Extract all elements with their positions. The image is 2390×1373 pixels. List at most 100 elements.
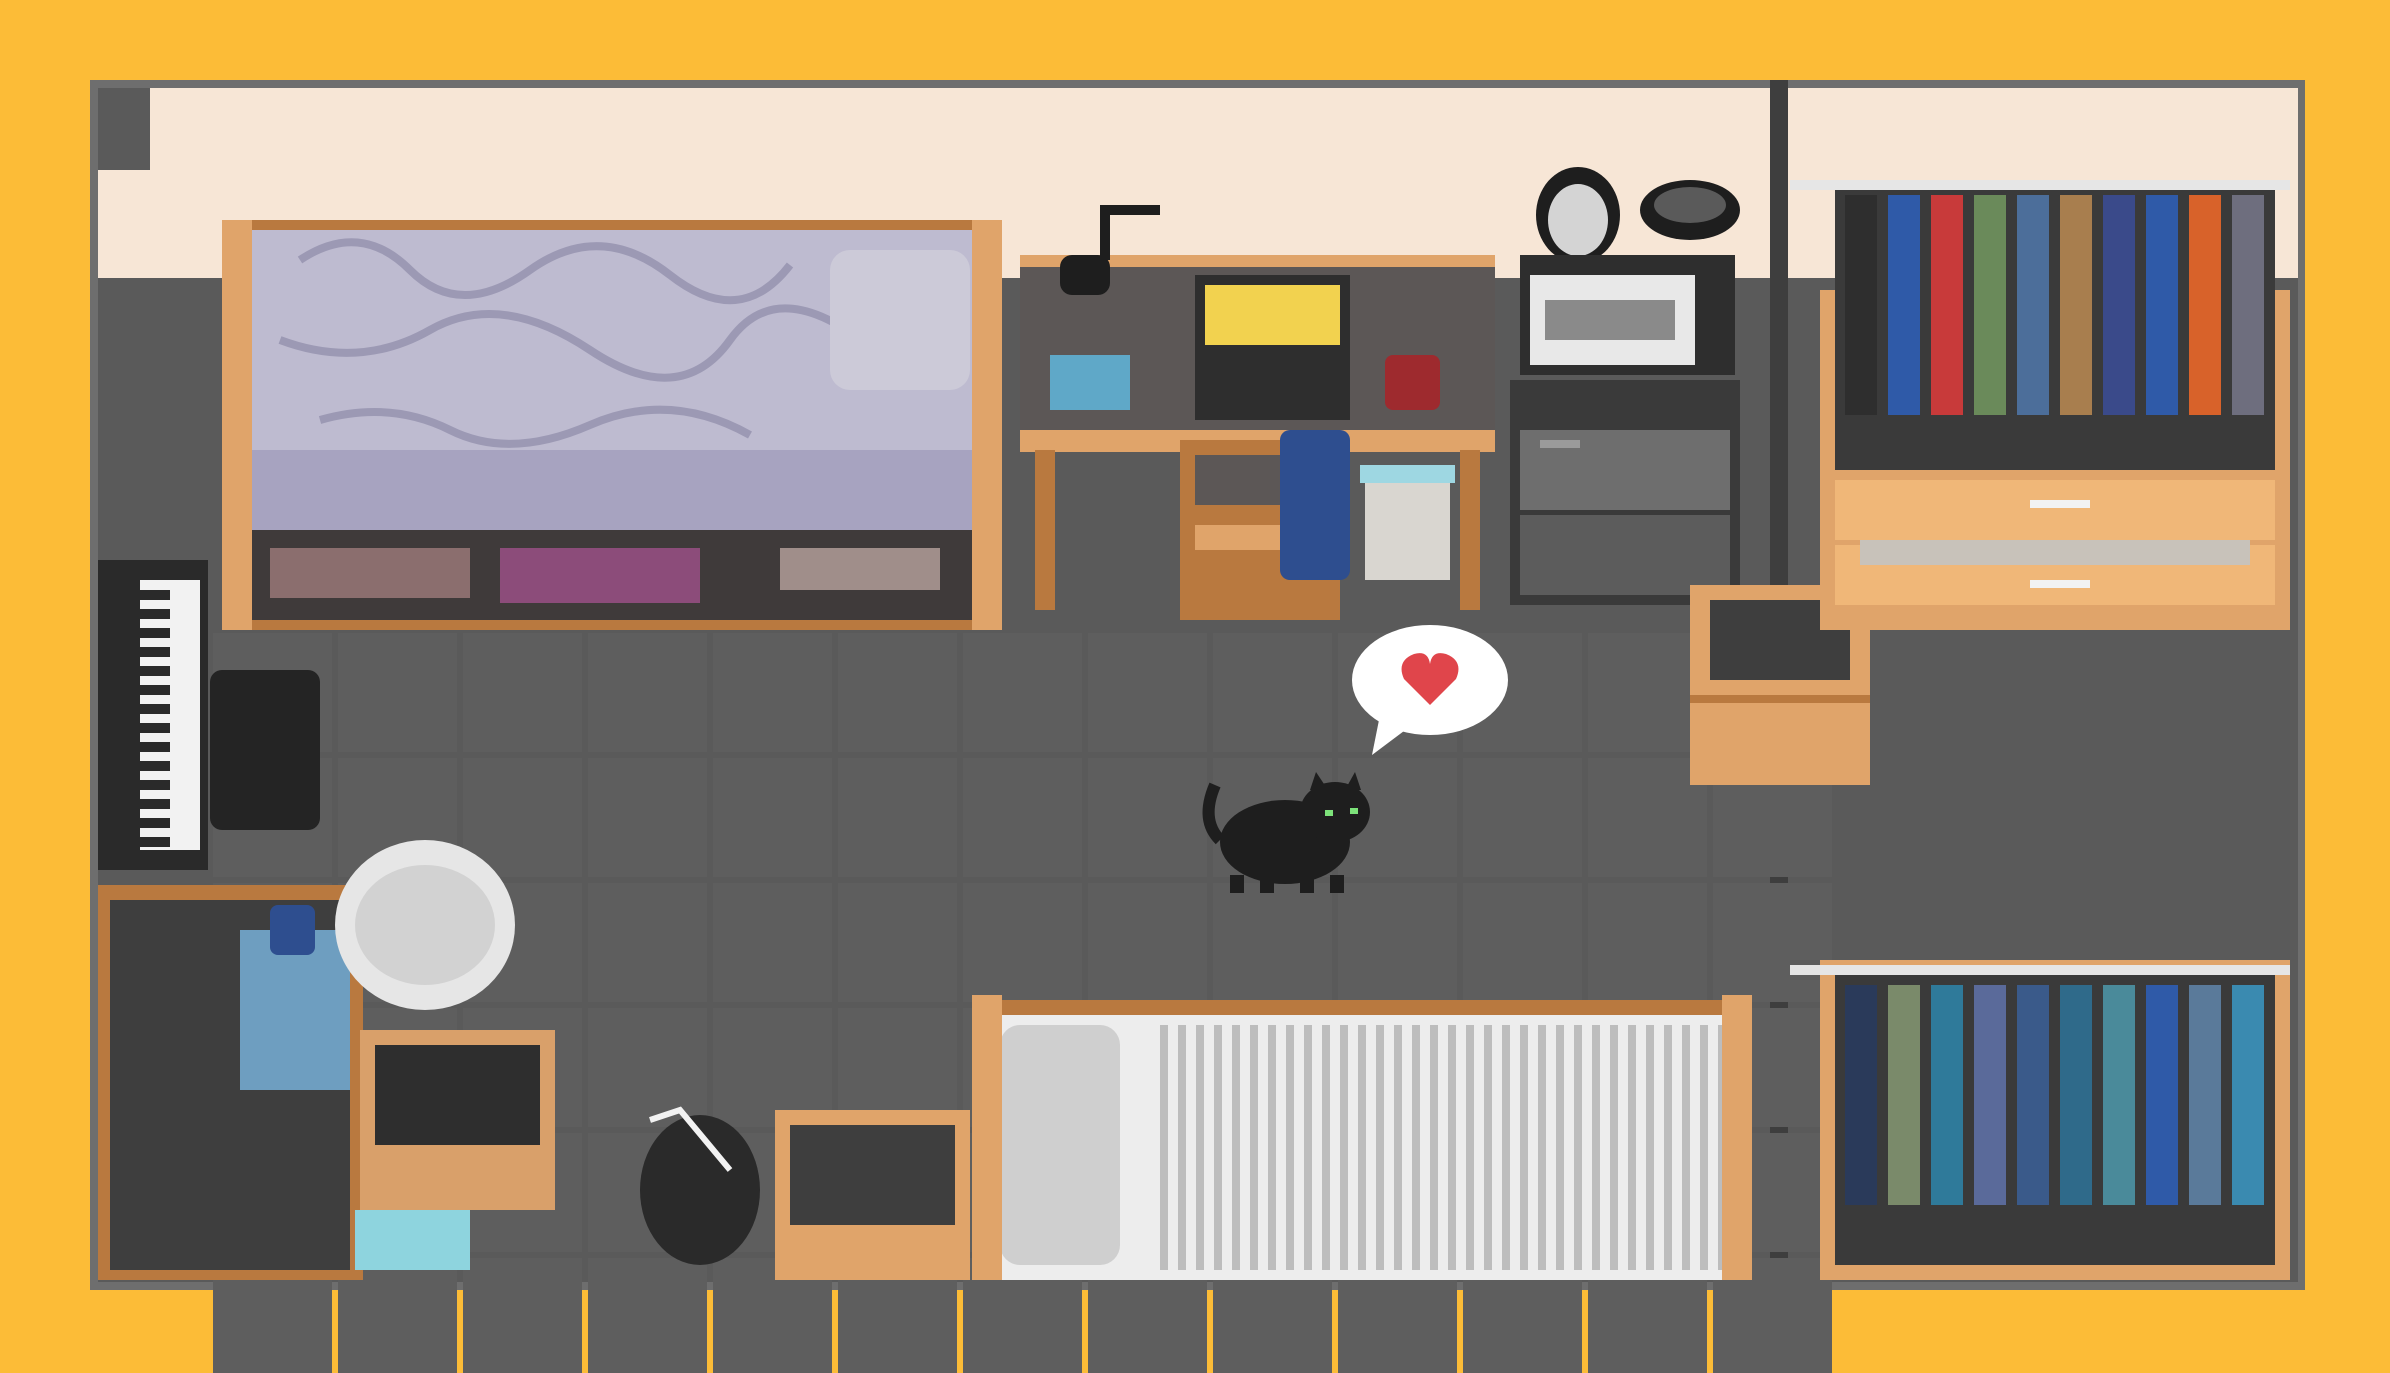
- floor-tile: [1338, 883, 1457, 1002]
- clothes-item: [2017, 195, 2049, 415]
- bed-stripe: [1232, 1025, 1240, 1270]
- bed-stripe: [1592, 1025, 1600, 1270]
- clothes-item: [1931, 195, 1963, 415]
- left-bed[interactable]: [222, 220, 1002, 630]
- floor-tile: [1588, 633, 1707, 752]
- floor-tile: [1588, 758, 1707, 877]
- clothes-item: [2232, 985, 2264, 1205]
- piano-key: [140, 590, 170, 600]
- clothes-item: [1974, 985, 2006, 1205]
- clothes-item: [1888, 195, 1920, 415]
- piano-key: [140, 704, 170, 714]
- floor-tile: [588, 1008, 707, 1127]
- bed-stripe: [1178, 1025, 1186, 1270]
- floor-tile: [1088, 633, 1207, 752]
- right-bed[interactable]: [972, 995, 1752, 1280]
- clothes-item: [2060, 985, 2092, 1205]
- fridge-icon[interactable]: [1510, 380, 1740, 605]
- bed-stripe: [1502, 1025, 1510, 1270]
- piano-key: [140, 609, 170, 619]
- bed-stripe: [1286, 1025, 1294, 1270]
- bed-stripe: [1682, 1025, 1690, 1270]
- bed-stripe: [1358, 1025, 1366, 1270]
- bed-stripe: [1376, 1025, 1384, 1270]
- bed-stripe: [1556, 1025, 1564, 1270]
- clothes-item: [2146, 195, 2178, 415]
- wardrobe-bottom[interactable]: [1790, 960, 2290, 1280]
- laptop[interactable]: [1195, 275, 1350, 420]
- clothes-item: [2060, 195, 2092, 415]
- clothes-item: [2232, 195, 2264, 415]
- bed-stripe: [1196, 1025, 1204, 1270]
- bed-stripe: [1484, 1025, 1492, 1270]
- floor-tile: [1213, 883, 1332, 1002]
- clothes-item: [1845, 985, 1877, 1205]
- bed-stripe: [1448, 1025, 1456, 1270]
- floor-tile: [588, 1258, 707, 1373]
- piano-key: [140, 818, 170, 828]
- piano-key: [140, 837, 170, 847]
- floor-tile: [463, 633, 582, 752]
- piano-key: [140, 685, 170, 695]
- bed-stripe: [1160, 1025, 1168, 1270]
- bed-stripe: [1700, 1025, 1708, 1270]
- bed-stripe: [1268, 1025, 1276, 1270]
- bed-stripe: [1646, 1025, 1654, 1270]
- laundry-bag-icon[interactable]: [335, 840, 515, 1010]
- clothes-item: [2189, 985, 2221, 1205]
- pot-icon[interactable]: [1640, 180, 1740, 240]
- piano-key: [140, 666, 170, 676]
- piano-key: [140, 723, 170, 733]
- floor-tile: [1713, 883, 1832, 1002]
- bed-stripe: [1322, 1025, 1330, 1270]
- bed-stripe: [1520, 1025, 1528, 1270]
- clothes-item: [2189, 195, 2221, 415]
- game-scene: [0, 0, 2390, 1373]
- floor-tile: [1463, 883, 1582, 1002]
- clothes-item: [1974, 195, 2006, 415]
- floor-tile: [1088, 758, 1207, 877]
- clothes-item: [1888, 985, 1920, 1205]
- bed-stripe: [1214, 1025, 1222, 1270]
- bed-stripe: [1610, 1025, 1618, 1270]
- floor-tile: [588, 883, 707, 1002]
- tissue-box-icon[interactable]: [355, 1210, 470, 1270]
- clothes-item: [2103, 195, 2135, 415]
- desk-mug-icon[interactable]: [270, 905, 315, 955]
- bed-stripe: [1466, 1025, 1474, 1270]
- floor-tile: [1088, 883, 1207, 1002]
- bed-stripe: [1574, 1025, 1582, 1270]
- bed-stripe: [1340, 1025, 1348, 1270]
- floor-tile: [713, 633, 832, 752]
- kettle-icon[interactable]: [1536, 167, 1620, 263]
- piano-key: [140, 761, 170, 771]
- bed-stripe: [1628, 1025, 1636, 1270]
- floor-tile: [838, 1008, 957, 1127]
- clothes-item: [1931, 985, 1963, 1205]
- wardrobe-top[interactable]: [1790, 180, 2290, 630]
- floor-tile: [1588, 883, 1707, 1002]
- bed-stripe: [1430, 1025, 1438, 1270]
- microwave-icon[interactable]: [1520, 255, 1735, 375]
- floor-tile: [588, 633, 707, 752]
- piano-key: [140, 799, 170, 809]
- piano-key: [140, 628, 170, 638]
- floor-tile: [838, 633, 957, 752]
- floor-tile: [463, 1258, 582, 1373]
- bed-stripe: [1304, 1025, 1312, 1270]
- floor-tile: [713, 758, 832, 877]
- floor-tile: [588, 758, 707, 877]
- trash-bin[interactable]: [1365, 470, 1450, 580]
- book-icon[interactable]: [1050, 355, 1130, 410]
- bottom-nightstand[interactable]: [775, 1110, 970, 1280]
- bed-stripe: [1394, 1025, 1402, 1270]
- floor-tile: [1213, 633, 1332, 752]
- mug-icon[interactable]: [1385, 355, 1440, 410]
- floor-tile: [838, 758, 957, 877]
- floor-tile: [338, 633, 457, 752]
- clothes-item: [1845, 195, 1877, 415]
- floor-tile: [963, 883, 1082, 1002]
- floor-tile: [1463, 758, 1582, 877]
- desk-chair[interactable]: [1180, 430, 1350, 620]
- bed-stripe: [1664, 1025, 1672, 1270]
